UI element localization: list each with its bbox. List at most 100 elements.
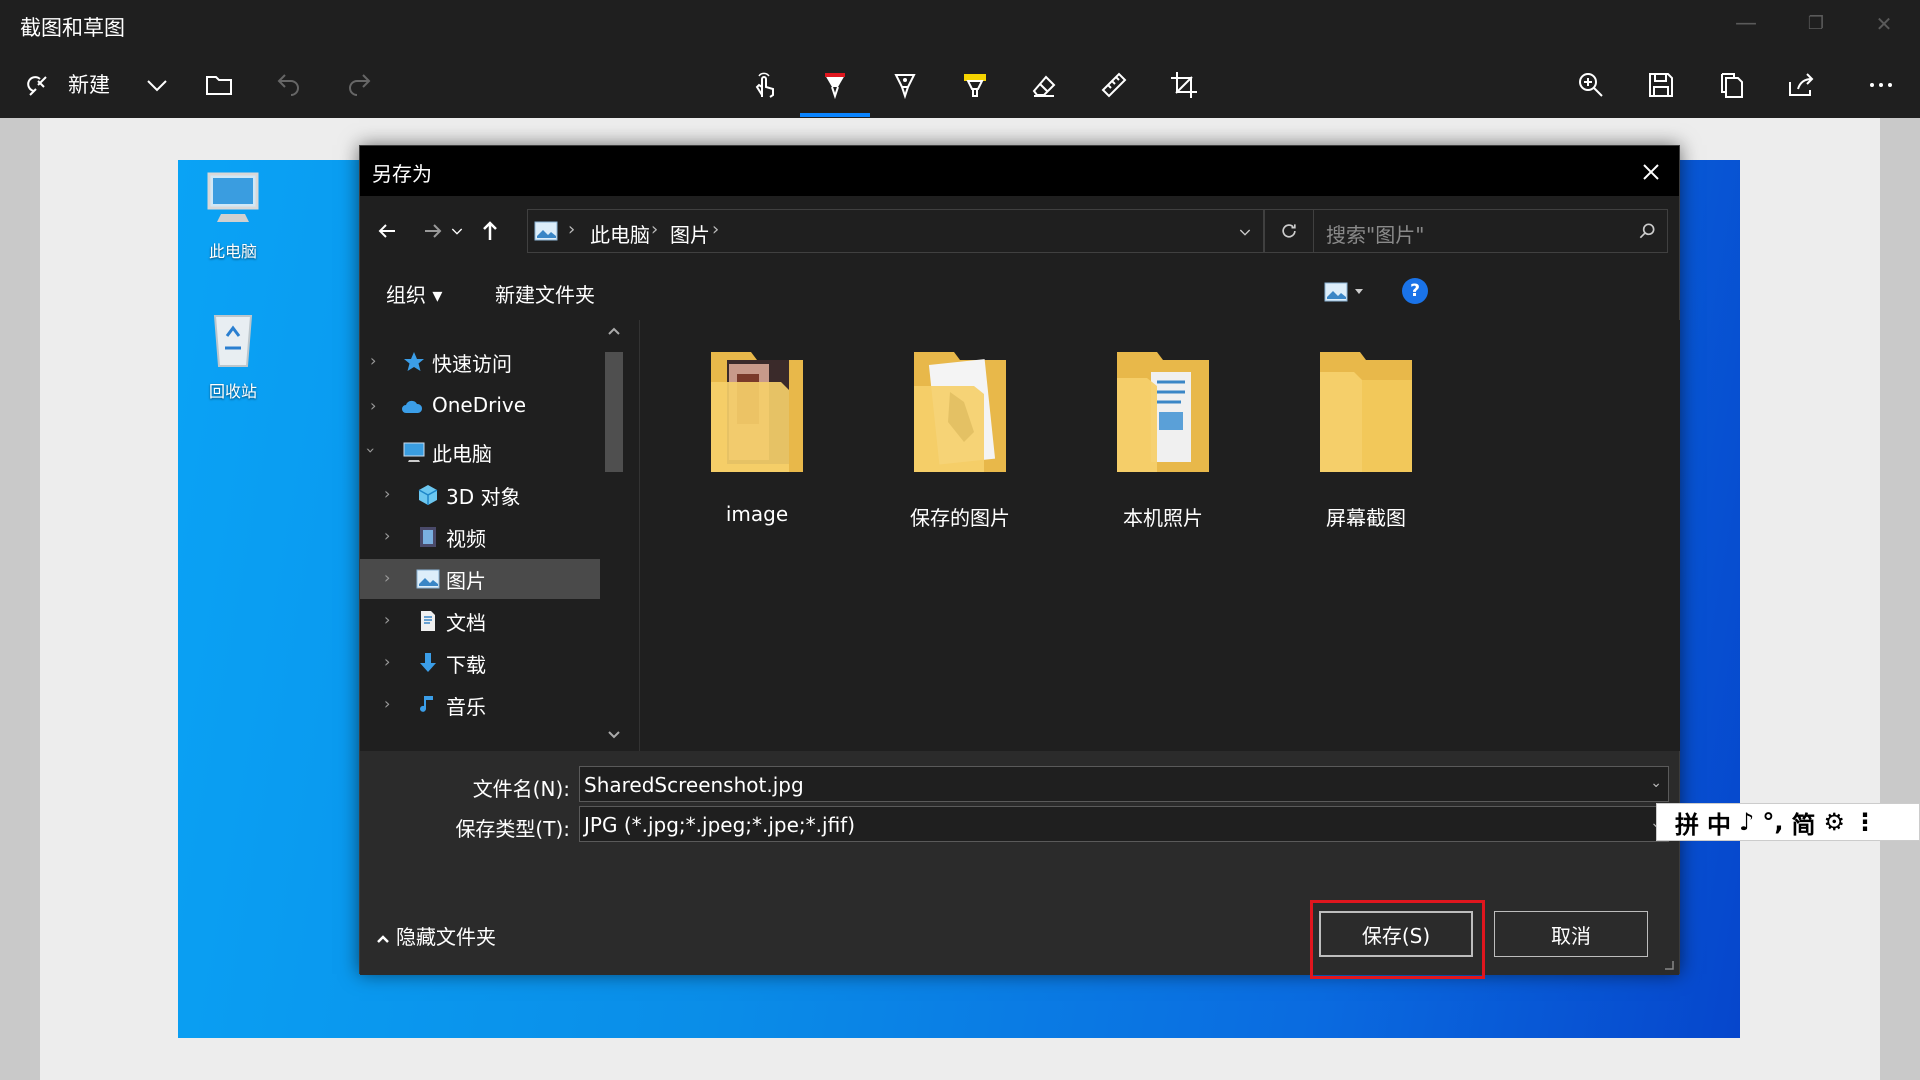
tree-item-3d-objects[interactable]: › 3D 对象 [360,475,600,515]
chevron-down-icon[interactable] [133,61,181,109]
tree-item-videos[interactable]: › 视频 [360,517,600,557]
chevron-down-icon[interactable]: ⌄ [1650,775,1662,791]
navigation-bar: › 此电脑 › 图片 › 搜索"图片" [360,196,1679,264]
desktop-icon-recycle-bin: 回收站 [178,306,288,402]
share-icon[interactable] [1777,61,1825,109]
ime-simplified-icon[interactable]: 简 [1791,805,1815,840]
breadcrumb-pictures[interactable]: 图片 [670,219,710,248]
close-icon[interactable] [1635,156,1667,188]
command-bar: 组织 ▾ 新建文件夹 ? [360,264,1679,320]
filetype-select[interactable]: JPG (*.jpg;*.jpeg;*.jpe;*.jfif) ⌄ [579,806,1669,842]
touch-writing-icon[interactable] [742,61,790,109]
ime-toolbar: 拼 中 ♪ °, 简 ⚙ ⋮ [1656,803,1920,841]
scrollbar-thumb[interactable] [605,352,623,472]
star-icon [404,352,424,371]
filetype-value: JPG (*.jpg;*.jpeg;*.jpe;*.jfif) [584,813,856,837]
tree-item-quick-access[interactable]: › 快速访问 [360,342,600,382]
tree-item-label: 下载 [446,653,486,677]
tree-item-this-pc[interactable]: › 此电脑 [360,432,600,472]
toolbar: 新建 [0,52,1920,118]
folder-item-camera-roll[interactable]: 本机照片 [1063,342,1263,531]
hide-folders-label: 隐藏文件夹 [396,925,496,949]
new-button-label[interactable]: 新建 [68,69,110,99]
chevron-down-icon[interactable] [1237,224,1253,240]
undo-icon[interactable] [265,61,313,109]
back-icon[interactable] [372,216,402,246]
expand-chevron-icon[interactable]: › [384,526,390,545]
help-icon[interactable]: ? [1402,278,1428,304]
expand-chevron-icon[interactable]: › [384,652,390,671]
redo-icon[interactable] [335,61,383,109]
new-snip-icon[interactable] [16,61,64,109]
desktop-icon-label: 回收站 [208,382,257,401]
save-icon[interactable] [1637,61,1685,109]
folder-icon [1320,352,1412,472]
open-folder-icon[interactable] [195,61,243,109]
expand-chevron-icon[interactable]: › [384,484,390,503]
recent-locations-chevron-icon[interactable] [446,216,468,246]
ime-chinese-mode-icon[interactable]: 中 [1707,805,1731,840]
copy-icon[interactable] [1707,61,1755,109]
breadcrumb-separator: › [568,219,576,240]
crop-icon[interactable] [1160,61,1208,109]
resize-grip-icon[interactable] [1663,959,1675,971]
computer-icon [403,442,425,462]
up-folder-icon[interactable] [475,216,505,246]
folder-item-image[interactable]: image [657,342,857,526]
computer-icon [207,172,259,222]
search-input[interactable]: 搜索"图片" [1313,209,1668,253]
expand-chevron-icon[interactable]: › [384,694,390,713]
more-icon[interactable] [1857,61,1905,109]
save-options-panel: 文件名(N): SharedScreenshot.jpg ⌄ 保存类型(T): … [360,751,1679,979]
collapse-chevron-icon[interactable]: › [362,447,381,453]
hide-folders-toggle[interactable]: 隐藏文件夹 [376,921,496,950]
nav-pane-scrollbar[interactable] [600,320,628,751]
highlighter-icon[interactable] [951,61,999,109]
view-options-chevron-icon[interactable] [1354,288,1364,296]
expand-chevron-icon[interactable]: › [370,351,376,370]
address-bar[interactable]: › 此电脑 › 图片 › [527,209,1264,253]
active-tool-underline [800,113,870,117]
expand-chevron-icon[interactable]: › [370,396,376,415]
folder-item-saved-pictures[interactable]: 保存的图片 [860,342,1060,531]
view-options-icon[interactable] [1324,282,1348,302]
save-button[interactable]: 保存(S) [1319,911,1473,957]
tree-item-downloads[interactable]: › 下载 [360,643,600,683]
ime-moon-icon[interactable]: ♪ [1739,808,1754,836]
ime-more-icon[interactable]: ⋮ [1853,808,1877,836]
tree-item-documents[interactable]: › 文档 [360,601,600,641]
folder-item-screenshots[interactable]: 屏幕截图 [1266,342,1466,531]
ime-pinyin-icon[interactable]: 拼 [1675,805,1699,840]
breadcrumb-this-pc[interactable]: 此电脑 [590,219,650,248]
ruler-icon[interactable] [1090,61,1138,109]
ballpoint-pen-icon[interactable] [811,61,859,109]
dialog-title: 另存为 [372,162,432,186]
new-folder-button[interactable]: 新建文件夹 [495,279,595,308]
tree-item-pictures[interactable]: › 图片 [360,559,600,599]
ime-punctuation-icon[interactable]: °, [1762,808,1783,836]
save-as-dialog: 另存为 › 此电脑 › 图片 › 搜索"图片" 组织 ▾ 新建文件夹 ? › 快… [359,145,1680,979]
search-icon[interactable] [1637,221,1657,241]
scroll-down-icon[interactable] [607,730,621,740]
organize-menu-button[interactable]: 组织 ▾ [386,279,442,308]
tree-item-onedrive[interactable]: › OneDrive [360,387,600,427]
zoom-icon[interactable] [1567,61,1615,109]
scroll-up-icon[interactable] [607,326,621,336]
close-window-button[interactable]: ✕ [1864,8,1904,40]
forward-icon[interactable] [418,216,448,246]
filetype-label: 保存类型(T): [455,817,570,841]
pencil-icon[interactable] [881,61,929,109]
restore-button[interactable]: ❐ [1796,8,1836,40]
search-placeholder: 搜索"图片" [1326,223,1425,247]
expand-chevron-icon[interactable]: › [384,568,390,587]
filename-field[interactable]: SharedScreenshot.jpg ⌄ [579,766,1669,802]
cancel-button[interactable]: 取消 [1494,911,1648,957]
ime-settings-icon[interactable]: ⚙ [1823,808,1845,836]
tree-item-music[interactable]: › 音乐 [360,685,600,725]
tree-item-label: 视频 [446,527,486,551]
minimize-button[interactable]: — [1726,8,1766,40]
expand-chevron-icon[interactable]: › [384,610,390,629]
refresh-icon[interactable] [1264,209,1314,253]
chevron-up-icon [377,935,389,943]
eraser-icon[interactable] [1020,61,1068,109]
